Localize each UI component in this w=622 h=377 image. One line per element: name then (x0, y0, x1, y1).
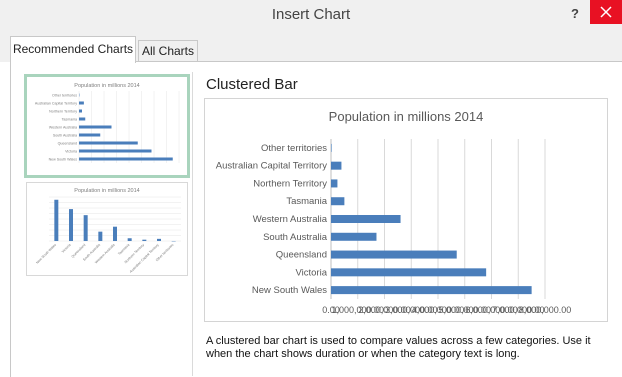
bar (331, 268, 486, 276)
recommended-chart-list[interactable]: Population in millions 2014 New South Wal… (20, 72, 193, 376)
thumb-column (113, 227, 117, 241)
thumb-chart-title: Population in millions 2014 (74, 83, 139, 89)
preview-heading: Clustered Bar (206, 76, 298, 93)
thumb-bar (79, 134, 100, 137)
thumb-column (142, 240, 146, 241)
y-category-label: Australian Capital Territory (216, 161, 327, 172)
bar (331, 251, 457, 259)
thumb-category-label: Western Australia (49, 126, 77, 130)
chart-description: A clustered bar chart is used to compare… (206, 335, 610, 361)
thumb-bar (79, 110, 82, 113)
bar (331, 233, 376, 241)
thumb-column (69, 209, 73, 241)
thumb-column (84, 215, 88, 241)
thumb-column (157, 239, 161, 241)
tab-all-charts[interactable]: All Charts (138, 40, 198, 62)
y-category-label: Queensland (276, 250, 327, 261)
thumb-category-label: South Australia (53, 134, 77, 138)
y-category-label: New South Wales (252, 285, 327, 296)
thumb-bar (79, 126, 112, 129)
close-icon (600, 6, 612, 18)
thumb-category-label: Northern Territory (49, 110, 77, 114)
bar (331, 215, 401, 223)
thumb-category-label: New South Wales (49, 158, 78, 162)
x-tick-label: 8,000,000.00 (519, 305, 572, 315)
thumb-category-label: New South Wales (35, 243, 57, 265)
tab-strip: Recommended Charts All Charts (0, 32, 622, 62)
clustered-bar-chart: Population in millions 20140.001,000,000… (205, 99, 607, 321)
bar (331, 144, 332, 152)
tab-recommended-charts[interactable]: Recommended Charts (10, 36, 136, 63)
thumbnail-clustered-column-chart: Population in millions 2014 New South Wal… (27, 183, 187, 275)
chart-preview: Population in millions 20140.001,000,000… (204, 98, 608, 322)
thumbnail-clustered-bar-chart: Population in millions 2014 New South Wal… (27, 77, 187, 175)
thumb-category-label: Tasmania (62, 118, 77, 122)
thumb-bar (79, 150, 152, 153)
thumb-category-label: Tasmania (117, 243, 130, 256)
thumb-category-label: Australian Capital Territory (35, 102, 77, 106)
thumb-column (98, 232, 102, 241)
thumb-category-label: Victoria (61, 243, 72, 254)
chart-title: Population in millions 2014 (329, 109, 484, 124)
help-button[interactable]: ? (566, 4, 584, 24)
title-bar: Insert Chart ? (0, 0, 622, 33)
thumb-column (128, 238, 132, 241)
y-category-label: Tasmania (286, 196, 327, 207)
y-category-label: Western Australia (253, 214, 328, 225)
thumb-category-label: Other territories (52, 94, 77, 98)
dialog-title: Insert Chart (0, 6, 622, 23)
thumb-bar (79, 142, 138, 145)
thumb-category-label: Queensland (58, 142, 77, 146)
thumb-bar (79, 158, 173, 161)
bar (331, 197, 344, 205)
thumb-bar (79, 102, 84, 105)
close-button[interactable] (590, 0, 622, 24)
thumbnail-clustered-column[interactable]: Population in millions 2014 New South Wal… (26, 182, 188, 276)
y-category-label: Other territories (261, 143, 327, 154)
bar (331, 162, 341, 170)
y-category-label: South Australia (263, 232, 328, 243)
thumb-bar (79, 118, 85, 121)
bar (331, 286, 532, 294)
y-category-label: Victoria (295, 267, 327, 278)
y-category-label: Northern Territory (253, 178, 327, 189)
thumb-column (54, 200, 58, 241)
thumb-category-label: Victoria (65, 150, 77, 154)
thumbnail-clustered-bar[interactable]: Population in millions 2014 New South Wal… (24, 74, 190, 178)
bar (331, 179, 337, 187)
thumb-chart-title: Population in millions 2014 (74, 188, 139, 194)
